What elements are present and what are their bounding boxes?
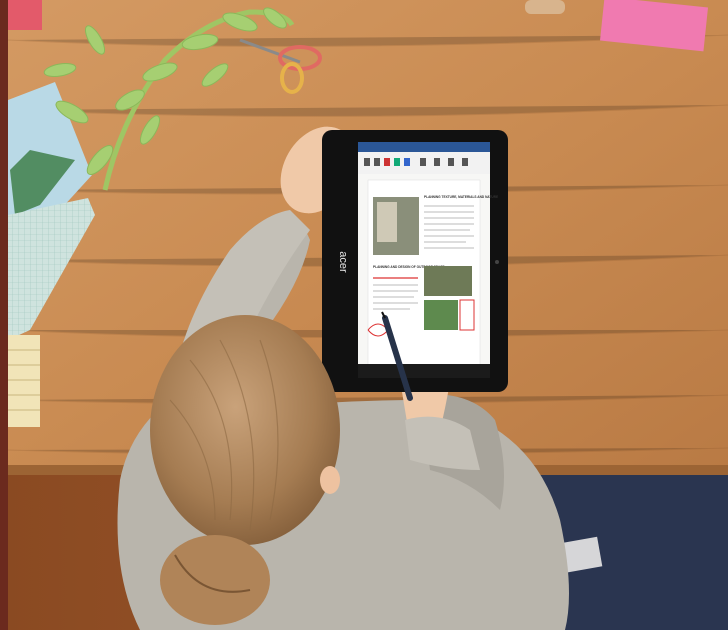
photo-illustration: acer PLANNING TEXTURE, MATERIALS AND NAT…	[0, 0, 728, 630]
frame-edge	[0, 0, 8, 630]
ponytail	[160, 535, 270, 625]
doc-heading-1: PLANNING TEXTURE, MATERIALS AND NATURE	[424, 195, 498, 199]
yellow-notepad	[8, 335, 40, 427]
photo-scene: acer PLANNING TEXTURE, MATERIALS AND NAT…	[0, 0, 728, 630]
tablet-brand: acer	[337, 251, 349, 273]
tablet-device: acer PLANNING TEXTURE, MATERIALS AND NAT…	[322, 130, 508, 392]
doc-photo-3	[424, 300, 458, 330]
doc-photo-2	[424, 266, 472, 296]
hair-head	[150, 315, 340, 545]
